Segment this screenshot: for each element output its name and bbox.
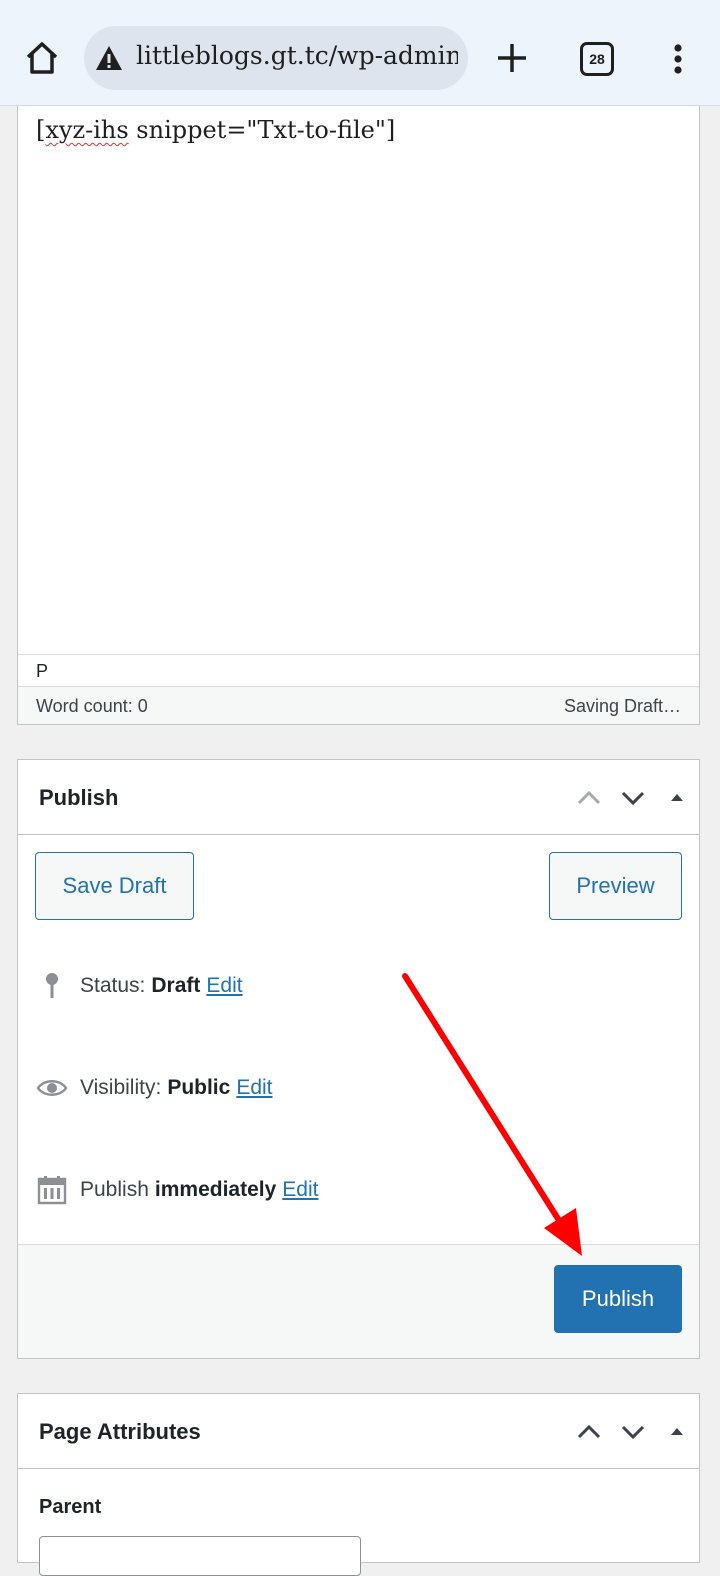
- status-label: Status:: [80, 974, 146, 997]
- publish-button[interactable]: Publish: [554, 1265, 682, 1333]
- page-attributes-box: Page Attributes Parent: [17, 1393, 700, 1576]
- schedule-label: Publish: [80, 1178, 149, 1201]
- chevron-up-icon[interactable]: [573, 782, 605, 814]
- chevron-up-icon[interactable]: [573, 1416, 605, 1448]
- autosave-status: Saving Draft…: [563, 696, 681, 716]
- tab-count: 28: [589, 51, 605, 67]
- chevron-down-icon[interactable]: [617, 782, 649, 814]
- save-draft-button[interactable]: Save Draft: [35, 852, 194, 920]
- browser-toolbar: littleblogs.gt.tc/wp-admin/ 28: [0, 0, 720, 106]
- visibility-row: Visibility: Public Edit: [34, 1068, 273, 1108]
- publish-box-header: Publish: [18, 760, 699, 835]
- preview-button[interactable]: Preview: [549, 852, 682, 920]
- status-value: Draft: [151, 974, 201, 997]
- word-count: Word count: 0: [36, 696, 148, 716]
- edit-visibility-link[interactable]: Edit: [236, 1076, 272, 1100]
- calendar-icon: [34, 1172, 70, 1208]
- status-row: Status: Draft Edit: [34, 966, 243, 1006]
- schedule-row: Publish immediately Edit: [34, 1170, 318, 1210]
- editor-text-rest: snippet="Txt-to-file"]: [128, 116, 396, 144]
- plus-icon[interactable]: [492, 38, 532, 78]
- edit-status-link[interactable]: Edit: [206, 974, 242, 998]
- publish-box-title: Publish: [39, 785, 119, 810]
- element-path[interactable]: P: [36, 661, 48, 682]
- triangle-up-icon[interactable]: [661, 1416, 693, 1448]
- eye-icon: [34, 1070, 70, 1106]
- url-text: littleblogs.gt.tc/wp-admin/: [136, 41, 458, 70]
- editor-text[interactable]: [xyz-ihs snippet="Txt-to-file"]: [36, 116, 395, 144]
- page-attributes-header: Page Attributes: [18, 1394, 699, 1469]
- misspelled-word[interactable]: xyz-ihs: [45, 116, 128, 144]
- editor-status-bar: Word count: 0 Saving Draft…: [18, 686, 699, 724]
- content-editor[interactable]: [xyz-ihs snippet="Txt-to-file"] P Word c…: [17, 106, 700, 725]
- chevron-down-icon[interactable]: [617, 1416, 649, 1448]
- parent-select[interactable]: [39, 1536, 361, 1576]
- triangle-up-icon[interactable]: [661, 782, 693, 814]
- major-publishing-actions: Publish: [18, 1244, 699, 1358]
- publish-box: Publish Save Draft Preview Status: Draft…: [17, 759, 700, 1359]
- visibility-label: Visibility:: [80, 1076, 162, 1099]
- address-bar[interactable]: littleblogs.gt.tc/wp-admin/: [84, 26, 468, 90]
- tab-switcher-button[interactable]: 28: [580, 42, 614, 76]
- more-vert-icon[interactable]: [662, 40, 694, 80]
- schedule-value: immediately: [154, 1178, 277, 1201]
- home-icon[interactable]: [22, 38, 62, 78]
- editor-text-bracket: [: [36, 116, 46, 144]
- element-path-bar: P: [18, 654, 699, 686]
- page-attributes-title: Page Attributes: [39, 1419, 201, 1444]
- edit-schedule-link[interactable]: Edit: [282, 1178, 318, 1202]
- warning-icon[interactable]: [94, 43, 124, 73]
- parent-label: Parent: [39, 1496, 102, 1518]
- visibility-value: Public: [167, 1076, 231, 1099]
- pin-icon: [34, 968, 70, 1004]
